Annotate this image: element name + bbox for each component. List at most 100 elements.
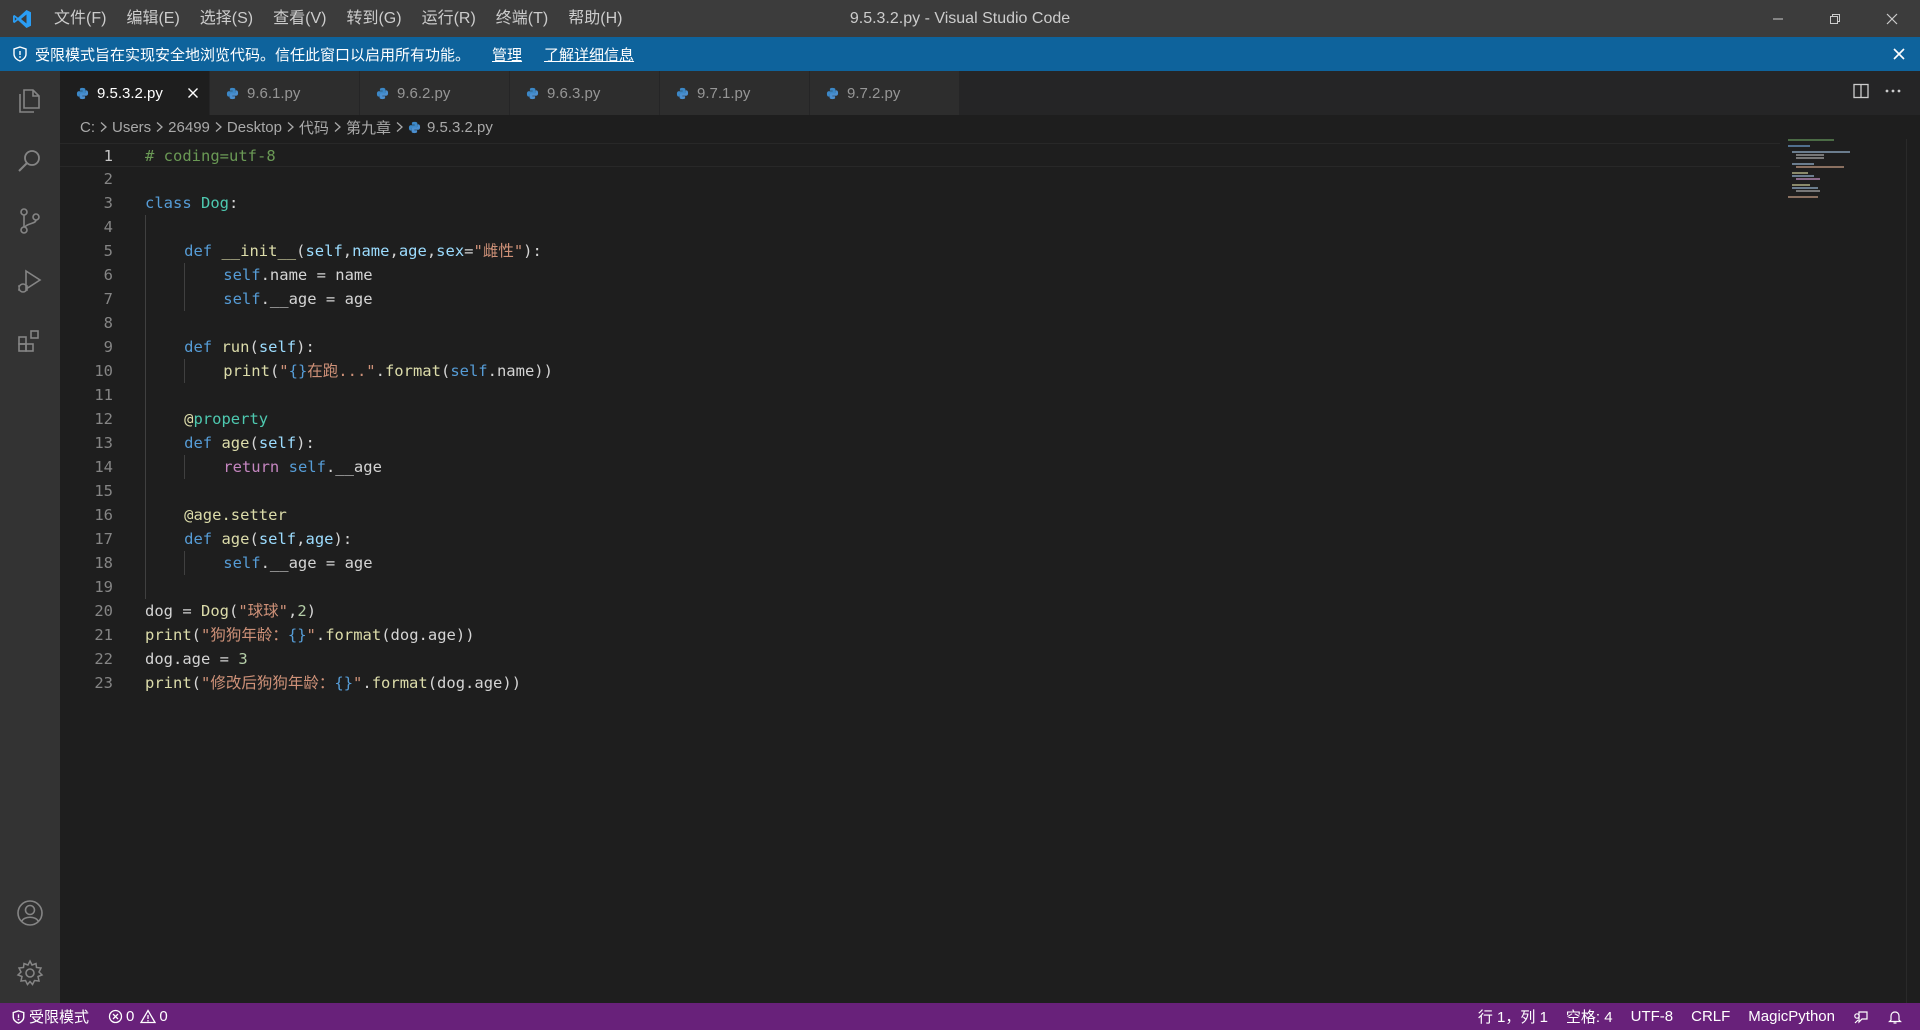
banner-manage-link[interactable]: 管理 bbox=[492, 44, 522, 65]
breadcrumb-item[interactable]: 26499 bbox=[168, 119, 210, 136]
code-line[interactable]: 13 def age(self): bbox=[60, 431, 1780, 455]
editor-scrollbar[interactable] bbox=[1906, 139, 1920, 1003]
code-line[interactable]: 23 print("修改后狗狗年龄：{}".format(dog.age)) bbox=[60, 671, 1780, 695]
breadcrumb-item[interactable]: 第九章 bbox=[346, 117, 391, 138]
code-line[interactable]: 1 # coding=utf-8 bbox=[60, 143, 1780, 167]
explorer-button[interactable] bbox=[0, 71, 60, 131]
code-line[interactable]: 19 bbox=[60, 575, 1780, 599]
editor-tab[interactable]: 9.6.1.py bbox=[210, 71, 360, 115]
code-line[interactable]: 14 return self.__age bbox=[60, 455, 1780, 479]
warning-count: 0 bbox=[159, 1008, 168, 1025]
line-number: 10 bbox=[94, 362, 113, 380]
code-editor[interactable]: 1 # coding=utf-8 2 3 class Dog: 4 5 def __init_… bbox=[60, 139, 1920, 1003]
breadcrumb-item[interactable]: C: bbox=[80, 119, 95, 136]
feedback-button[interactable] bbox=[1844, 1003, 1878, 1030]
code-line[interactable]: 5 def __init__(self,name,age,sex="雌性"): bbox=[60, 239, 1780, 263]
encoding[interactable]: UTF-8 bbox=[1622, 1003, 1683, 1030]
code-token: ( bbox=[249, 530, 259, 548]
breadcrumb-item[interactable]: 9.5.3.2.py bbox=[408, 119, 493, 136]
code-text: return self.__age bbox=[223, 455, 382, 479]
code-token: age bbox=[305, 530, 334, 548]
menu-item[interactable]: 编辑(E) bbox=[116, 0, 189, 37]
tab-close-button[interactable] bbox=[187, 71, 199, 115]
search-button[interactable] bbox=[0, 131, 60, 191]
editor-tabs: 9.5.3.2.py 9.6.1.py 9.6.2.py 9.6.3.py 9.7.1.… bbox=[60, 71, 1920, 115]
menu-item[interactable]: 文件(F) bbox=[44, 0, 116, 37]
code-line[interactable]: 4 bbox=[60, 215, 1780, 239]
split-editor-button[interactable] bbox=[1852, 82, 1870, 104]
extensions-button[interactable] bbox=[0, 311, 60, 371]
code-line[interactable]: 7 self.__age = age bbox=[60, 287, 1780, 311]
menu-item[interactable]: 转到(G) bbox=[336, 0, 411, 37]
code-line[interactable]: 12 @property bbox=[60, 407, 1780, 431]
run-debug-button[interactable] bbox=[0, 251, 60, 311]
language-mode[interactable]: MagicPython bbox=[1739, 1003, 1844, 1030]
restore-button[interactable] bbox=[1806, 0, 1863, 37]
code-line[interactable]: 8 bbox=[60, 311, 1780, 335]
manage-settings-button[interactable] bbox=[0, 943, 60, 1003]
editor-tab[interactable]: 9.6.2.py bbox=[360, 71, 510, 115]
code-line[interactable]: 17 def age(self,age): bbox=[60, 527, 1780, 551]
accounts-button[interactable] bbox=[0, 883, 60, 943]
editor-tab[interactable]: 9.7.2.py bbox=[810, 71, 960, 115]
code-line[interactable]: 16 @age.setter bbox=[60, 503, 1780, 527]
code-token: @age.setter bbox=[184, 506, 287, 524]
code-token: , bbox=[389, 242, 399, 260]
menu-item[interactable]: 终端(T) bbox=[486, 0, 558, 37]
restricted-mode-indicator[interactable]: 受限模式 bbox=[0, 1003, 100, 1030]
tab-label: 9.7.1.py bbox=[697, 84, 751, 102]
code-token: 3 bbox=[238, 650, 248, 668]
editor-tab[interactable]: 9.5.3.2.py bbox=[60, 71, 210, 115]
menu-item[interactable]: 帮助(H) bbox=[558, 0, 632, 37]
code-text: dog.age = 3 bbox=[145, 647, 248, 671]
indentation[interactable]: 空格: 4 bbox=[1557, 1003, 1622, 1030]
code-line[interactable]: 20 dog = Dog("球球",2) bbox=[60, 599, 1780, 623]
files-icon bbox=[19, 89, 40, 113]
editor-tab[interactable]: 9.7.1.py bbox=[660, 71, 810, 115]
editor-tab[interactable]: 9.6.3.py bbox=[510, 71, 660, 115]
code-line[interactable]: 11 bbox=[60, 383, 1780, 407]
code-token: # coding=utf-8 bbox=[145, 147, 276, 165]
banner-close-button[interactable] bbox=[1892, 37, 1906, 71]
code-line[interactable]: 15 bbox=[60, 479, 1780, 503]
source-control-button[interactable] bbox=[0, 191, 60, 251]
breadcrumb-item[interactable]: 代码 bbox=[299, 117, 329, 138]
menu-item[interactable]: 选择(S) bbox=[190, 0, 263, 37]
code-token: "狗狗年龄： bbox=[201, 626, 288, 644]
code-line[interactable]: 22 dog.age = 3 bbox=[60, 647, 1780, 671]
code-line[interactable]: 3 class Dog: bbox=[60, 191, 1780, 215]
code-token: def bbox=[184, 530, 213, 548]
code-line[interactable]: 6 self.name = name bbox=[60, 263, 1780, 287]
menu-item[interactable]: 查看(V) bbox=[263, 0, 336, 37]
code-token: format bbox=[371, 674, 428, 692]
notifications-button[interactable] bbox=[1878, 1003, 1912, 1030]
banner-learn-more-link[interactable]: 了解详细信息 bbox=[544, 44, 634, 65]
code-token: .__age = age bbox=[260, 290, 373, 308]
chevron-right-icon bbox=[286, 121, 295, 133]
code-token: = bbox=[464, 242, 474, 260]
indent-guide bbox=[184, 359, 186, 383]
problems-indicator[interactable]: 0 0 bbox=[99, 1003, 177, 1030]
breadcrumb-item[interactable]: Desktop bbox=[227, 119, 282, 136]
menu-item[interactable]: 运行(R) bbox=[412, 0, 486, 37]
minimize-button[interactable] bbox=[1749, 0, 1806, 37]
tab-label: 9.6.2.py bbox=[397, 84, 451, 102]
code-line[interactable]: 2 bbox=[60, 167, 1780, 191]
code-token: age bbox=[221, 434, 250, 452]
end-of-line[interactable]: CRLF bbox=[1682, 1003, 1739, 1030]
line-number: 18 bbox=[94, 554, 113, 572]
breadcrumb: C: Users 26499 Desktop 代码 第九章 9.5.3.2.py bbox=[60, 115, 1920, 139]
code-line[interactable]: 9 def run(self): bbox=[60, 335, 1780, 359]
cursor-position[interactable]: 行 1，列 1 bbox=[1469, 1003, 1557, 1030]
breadcrumb-item[interactable]: Users bbox=[112, 119, 151, 136]
close-window-button[interactable] bbox=[1863, 0, 1920, 37]
code-token: , bbox=[342, 242, 353, 260]
code-line[interactable]: 10 print("{}在跑...".format(self.name)) bbox=[60, 359, 1780, 383]
code-token: print bbox=[145, 674, 192, 692]
more-actions-button[interactable] bbox=[1884, 82, 1902, 104]
code-line[interactable]: 18 self.__age = age bbox=[60, 551, 1780, 575]
code-line[interactable]: 21 print("狗狗年龄：{}".format(dog.age)) bbox=[60, 623, 1780, 647]
search-icon bbox=[18, 150, 40, 172]
shield-icon bbox=[12, 1009, 25, 1024]
minimap[interactable] bbox=[1788, 139, 1898, 199]
